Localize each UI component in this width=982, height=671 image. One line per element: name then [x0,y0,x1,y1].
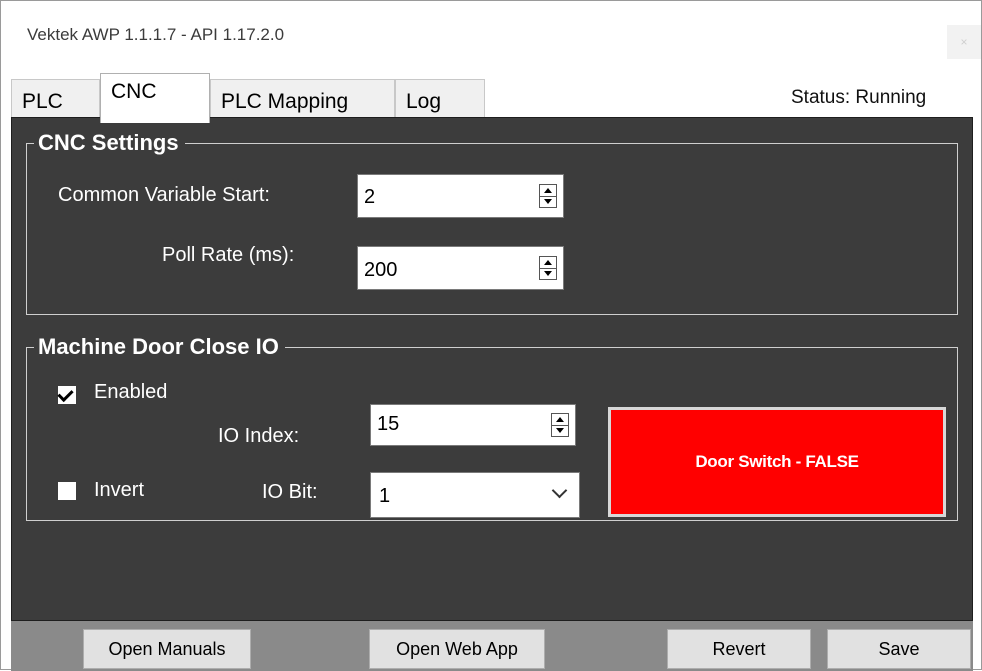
poll-rate-value: 200 [364,259,398,281]
app-window: Vektek AWP 1.1.1.7 - API 1.17.2.0 × PLC … [0,0,982,671]
open-web-app-button[interactable]: Open Web App [369,629,545,669]
triangle-up-icon [556,417,564,422]
title-bar: Vektek AWP 1.1.1.7 - API 1.17.2.0 × [1,1,981,65]
close-button[interactable]: × [947,25,981,59]
common-variable-start-value: 2 [364,186,376,208]
save-button[interactable]: Save [827,629,971,669]
io-bit-value: 1 [379,485,391,507]
triangle-down-icon [544,271,552,276]
chevron-down-icon [551,482,568,499]
io-index-value: 15 [377,413,400,435]
poll-rate-spinner [539,256,557,280]
bottom-button-bar: Open Manuals Open Web App Revert Save [11,621,973,671]
spin-down-button[interactable] [540,196,556,207]
window-title: Vektek AWP 1.1.1.7 - API 1.17.2.0 [27,25,285,44]
enabled-label: Enabled [94,381,168,403]
revert-button[interactable]: Revert [667,629,811,669]
io-index-input[interactable]: 15 [370,404,576,446]
tab-strip: PLC CNC PLC Mapping Log Status: Running [11,73,971,123]
triangle-down-icon [556,428,564,433]
open-manuals-button[interactable]: Open Manuals [83,629,251,669]
close-icon: × [960,35,968,49]
invert-label: Invert [94,479,145,501]
status-text: Status: Running [791,87,927,108]
poll-rate-input[interactable]: 200 [357,246,564,290]
door-switch-label: Door Switch - FALSE [695,452,859,471]
cnc-settings-title: CNC Settings [34,130,185,156]
common-variable-start-input[interactable]: 2 [357,174,564,218]
io-index-spinner [551,413,569,437]
common-variable-start-label: Common Variable Start: [58,184,270,206]
poll-rate-label: Poll Rate (ms): [162,244,295,266]
enabled-checkbox[interactable] [57,385,76,404]
cnc-tab-panel: CNC Settings Common Variable Start: 2 Po… [11,117,973,621]
io-bit-select[interactable]: 1 [370,472,580,518]
door-switch-button[interactable]: Door Switch - FALSE [608,407,946,517]
checkmark-icon [57,385,74,403]
spin-down-button[interactable] [540,268,556,279]
triangle-up-icon [544,188,552,193]
triangle-up-icon [544,260,552,265]
io-bit-label: IO Bit: [262,481,318,503]
triangle-down-icon [544,199,552,204]
door-io-title: Machine Door Close IO [34,334,285,360]
invert-checkbox[interactable] [58,482,76,500]
common-variable-start-spinner [539,184,557,208]
io-index-label: IO Index: [218,425,300,447]
tab-cnc[interactable]: CNC [100,73,210,123]
spin-down-button[interactable] [552,425,568,436]
